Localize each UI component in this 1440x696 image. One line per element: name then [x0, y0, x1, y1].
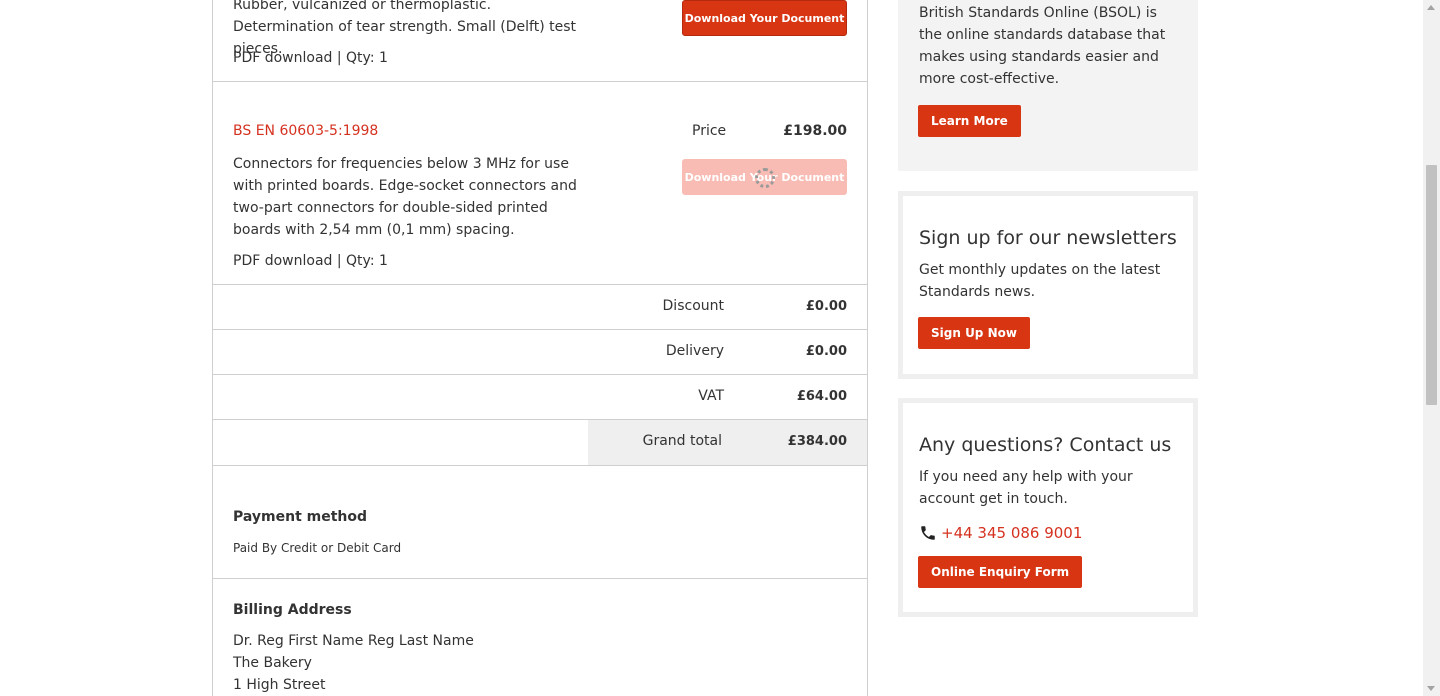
delivery-value: £0.00	[805, 344, 847, 359]
grand-total-value: £384.00	[787, 434, 847, 449]
contact-card: Any questions? Contact us If you need an…	[898, 398, 1198, 617]
download-document-button[interactable]: Download Your Document	[682, 0, 847, 36]
scroll-down-arrow-icon[interactable]	[1427, 686, 1435, 691]
item-code-link[interactable]: BS EN 60603-5:1998	[233, 123, 378, 139]
payment-method-section: Payment method Paid By Credit or Debit C…	[213, 486, 867, 579]
bsol-card: British Standards Online (BSOL) is the o…	[898, 0, 1198, 171]
contact-title: Any questions? Contact us	[919, 434, 1172, 456]
newsletter-card: Sign up for our newsletters Get monthly …	[898, 191, 1198, 379]
payment-method-title: Payment method	[233, 509, 368, 525]
item-qty: PDF download | Qty: 1	[233, 253, 388, 269]
sign-up-now-button[interactable]: Sign Up Now	[918, 317, 1030, 349]
vertical-scrollbar[interactable]	[1423, 0, 1440, 696]
payment-method-text: Paid By Credit or Debit Card	[233, 541, 402, 555]
discount-label: Discount	[662, 298, 724, 314]
vat-value: £64.00	[796, 389, 847, 404]
scrollbar-thumb[interactable]	[1426, 165, 1437, 405]
discount-value: £0.00	[805, 299, 847, 314]
price-value: £198.00	[783, 123, 847, 139]
item-qty: PDF download | Qty: 1	[233, 50, 388, 66]
address-line: Dr. Reg First Name Reg Last Name	[233, 633, 474, 649]
contact-phone[interactable]: +44 345 086 9001	[919, 524, 1082, 542]
vat-label: VAT	[698, 388, 724, 404]
bsol-text: British Standards Online (BSOL) is the o…	[919, 5, 1166, 87]
delivery-label: Delivery	[665, 343, 724, 359]
contact-text: If you need any help with your account g…	[919, 469, 1133, 507]
grand-total-row: Grand total £384.00	[213, 420, 867, 466]
address-line: 1 High Street	[233, 677, 326, 693]
newsletter-text: Get monthly updates on the latest Standa…	[919, 262, 1161, 300]
billing-address-lines: Dr. Reg First Name Reg Last Name The Bak…	[233, 630, 474, 696]
grand-total-label: Grand total	[642, 433, 722, 449]
phone-number-link[interactable]: +44 345 086 9001	[941, 524, 1082, 542]
billing-address-section: Billing Address Dr. Reg First Name Reg L…	[213, 579, 867, 696]
online-enquiry-form-button[interactable]: Online Enquiry Form	[918, 556, 1083, 588]
loading-spinner-icon	[755, 168, 775, 188]
price-label: Price	[692, 123, 727, 139]
item-description: Connectors for frequencies below 3 MHz f…	[233, 156, 577, 238]
delivery-row: Delivery £0.00	[213, 330, 867, 375]
vat-row: VAT £64.00	[213, 375, 867, 420]
order-item: Rubber, vulcanized or thermoplastic. Det…	[213, 0, 867, 82]
phone-icon	[921, 526, 935, 540]
discount-row: Discount £0.00	[213, 285, 867, 330]
address-line: The Bakery	[233, 655, 312, 671]
order-item: BS EN 60603-5:1998 Connectors for freque…	[213, 82, 867, 285]
billing-address-title: Billing Address	[233, 602, 352, 618]
learn-more-button[interactable]: Learn More	[918, 105, 1021, 137]
newsletter-title: Sign up for our newsletters	[919, 227, 1177, 249]
download-document-button[interactable]: Download Your Document	[682, 159, 847, 195]
order-details-panel: Rubber, vulcanized or thermoplastic. Det…	[212, 0, 868, 696]
scroll-up-arrow-icon[interactable]	[1427, 5, 1435, 10]
